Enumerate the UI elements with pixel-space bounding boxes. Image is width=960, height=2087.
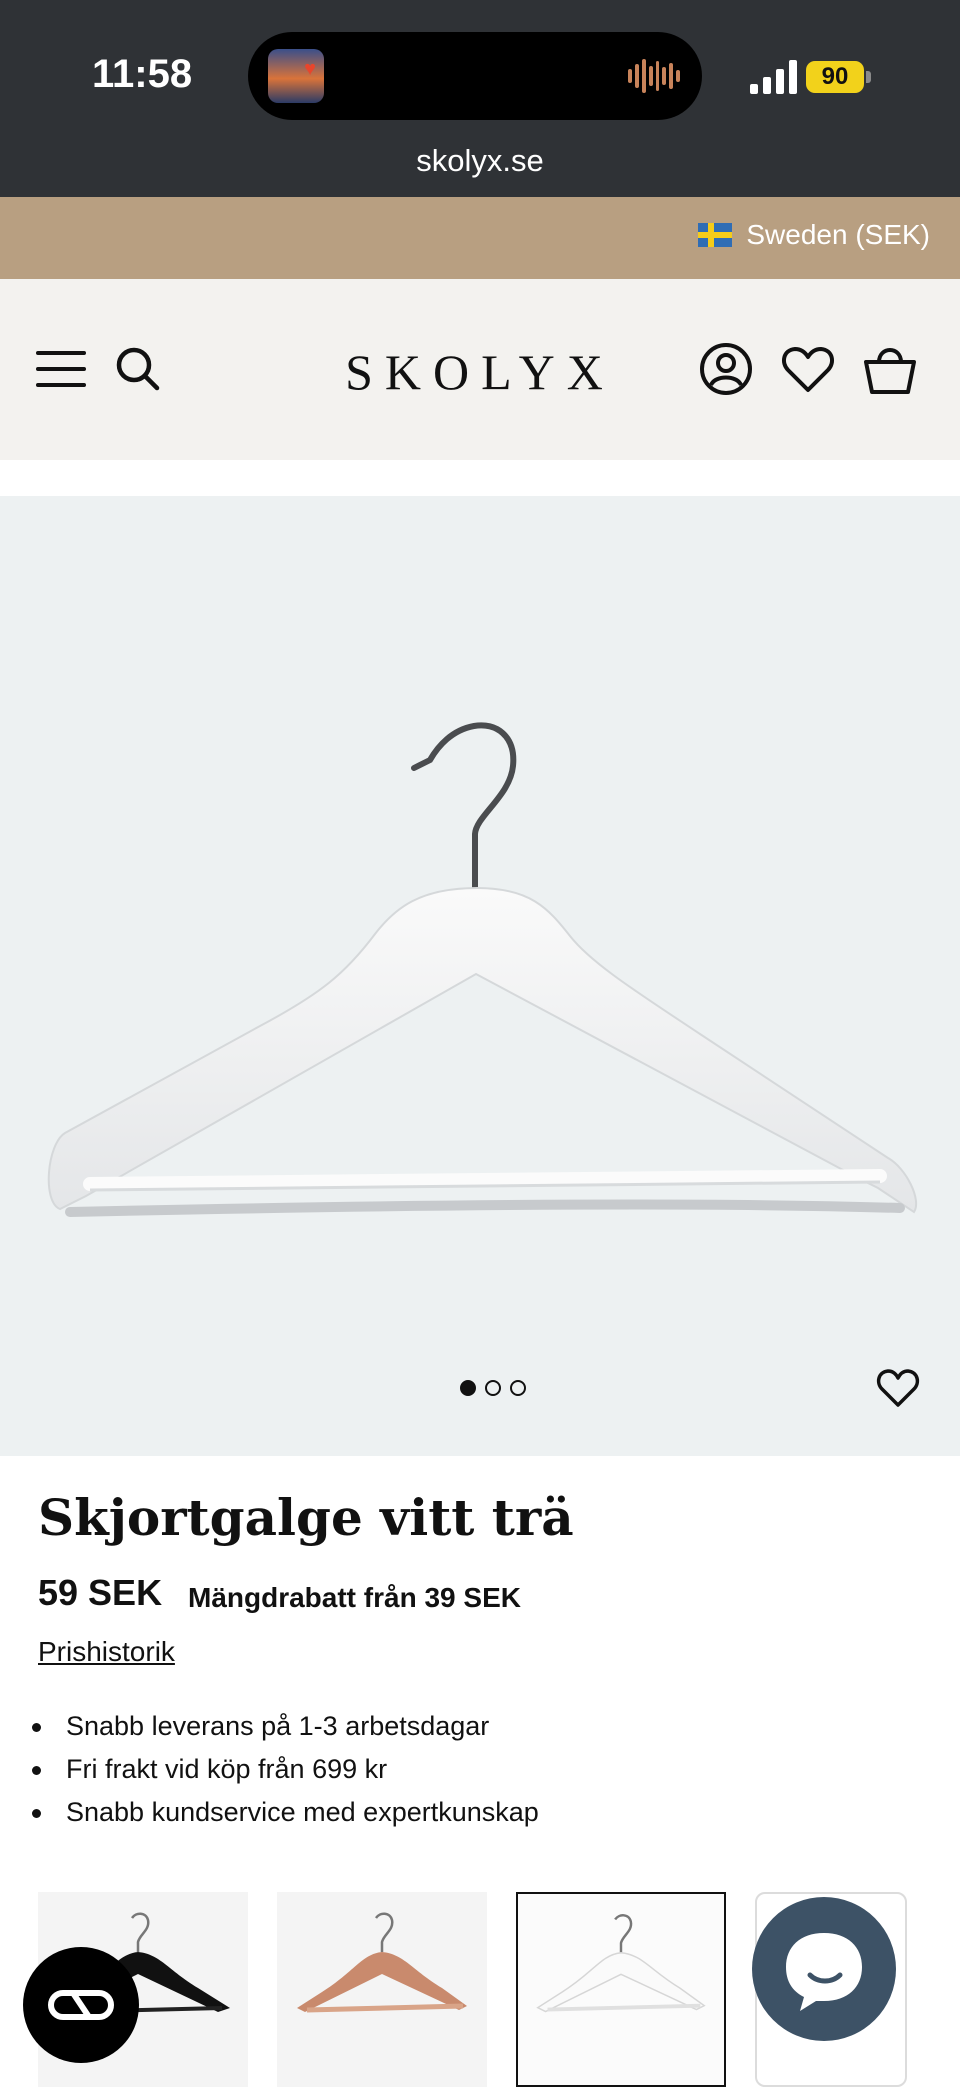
- gallery-dot-3[interactable]: [510, 1380, 526, 1396]
- status-bar: 11:58 ♥ 90 skolyx.se: [0, 0, 960, 197]
- gallery-dot-1[interactable]: [460, 1380, 476, 1396]
- country-bar: Sweden (SEK): [0, 197, 960, 279]
- country-label: Sweden (SEK): [746, 219, 930, 250]
- gallery-dot-2[interactable]: [485, 1380, 501, 1396]
- usp-item: Snabb kundservice med expertkunskap: [30, 1791, 539, 1834]
- cedar-hanger-image: [297, 1912, 467, 2013]
- white-hanger-image: [536, 1914, 706, 2013]
- bulk-discount-label: Mängdrabatt från: [188, 1582, 417, 1613]
- loyalty-widget-button[interactable]: [23, 1947, 139, 2063]
- site-header: SKOLYX: [0, 279, 960, 460]
- country-selector[interactable]: Sweden (SEK): [698, 219, 930, 251]
- usp-list: Snabb leverans på 1-3 arbetsdagar Fri fr…: [30, 1705, 539, 1834]
- sweden-flag-icon: [698, 223, 733, 247]
- product-title: Skjortgalge vitt trä: [38, 1488, 574, 1547]
- url-bar[interactable]: skolyx.se: [0, 143, 960, 179]
- usp-item: Fri frakt vid köp från 699 kr: [30, 1748, 539, 1791]
- chat-bubble-icon: [786, 1933, 862, 2011]
- price-history-link[interactable]: Prishistorik: [38, 1636, 175, 1668]
- usp-item: Snabb leverans på 1-3 arbetsdagar: [30, 1705, 539, 1748]
- product-price: 59 SEK: [38, 1572, 163, 1613]
- status-time: 11:58: [92, 52, 193, 96]
- account-icon[interactable]: [698, 341, 754, 397]
- battery-indicator: 90: [806, 61, 864, 93]
- wishlist-heart-icon[interactable]: [780, 341, 836, 397]
- shopping-bag-icon[interactable]: [862, 341, 918, 397]
- variant-cedar-hanger[interactable]: [277, 1892, 487, 2087]
- cellular-signal-icon: [750, 60, 797, 94]
- battery-tip: [866, 71, 871, 83]
- product-image-white-hanger: [47, 722, 918, 1217]
- bulk-discount: Mängdrabatt från 39 SEK: [188, 1582, 521, 1614]
- chat-button[interactable]: [752, 1897, 896, 2041]
- gallery-pagination: [460, 1380, 526, 1396]
- add-to-wishlist-heart-icon[interactable]: [876, 1368, 920, 1408]
- dynamic-island[interactable]: ♥: [248, 32, 702, 120]
- heart-icon: ♥: [304, 58, 316, 80]
- audio-waveform-icon: [628, 58, 680, 94]
- product-image-gallery[interactable]: [0, 496, 960, 1456]
- loop-icon: [48, 1990, 114, 2020]
- now-playing-artwork: ♥: [268, 49, 324, 103]
- variant-white-hanger[interactable]: [516, 1892, 726, 2087]
- bulk-discount-price: 39 SEK: [424, 1582, 521, 1613]
